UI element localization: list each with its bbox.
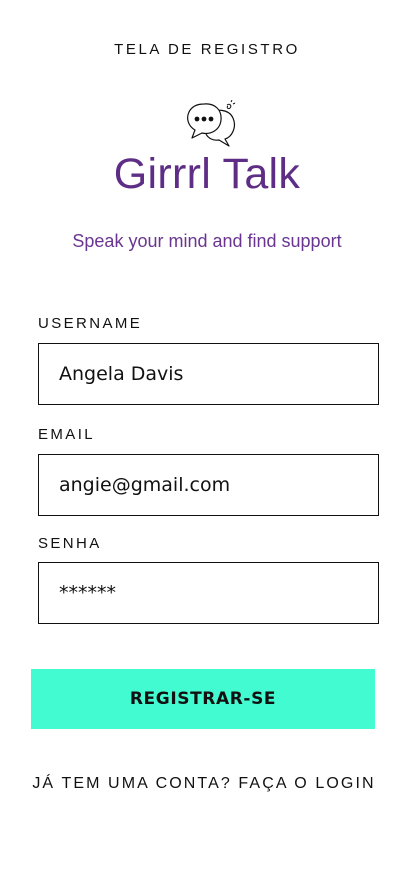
screen-title: TELA DE REGISTRO [114,41,300,58]
password-field-box[interactable] [38,562,379,624]
username-input[interactable] [59,363,378,385]
app-name: Girrrl Talk [113,150,301,198]
username-label: USERNAME [38,315,143,332]
password-input[interactable] [59,582,378,604]
email-input[interactable] [59,474,378,496]
username-field-box[interactable] [38,343,379,405]
tagline: Speak your mind and find support [72,231,342,251]
login-link[interactable]: JÁ TEM UMA CONTA? FAÇA O LOGIN [0,775,408,793]
register-button[interactable]: REGISTRAR-SE [31,669,375,729]
password-label: SENHA [38,535,102,552]
email-field-box[interactable] [38,454,379,516]
chat-bubbles-icon [187,100,236,147]
email-label: EMAIL [38,426,96,443]
